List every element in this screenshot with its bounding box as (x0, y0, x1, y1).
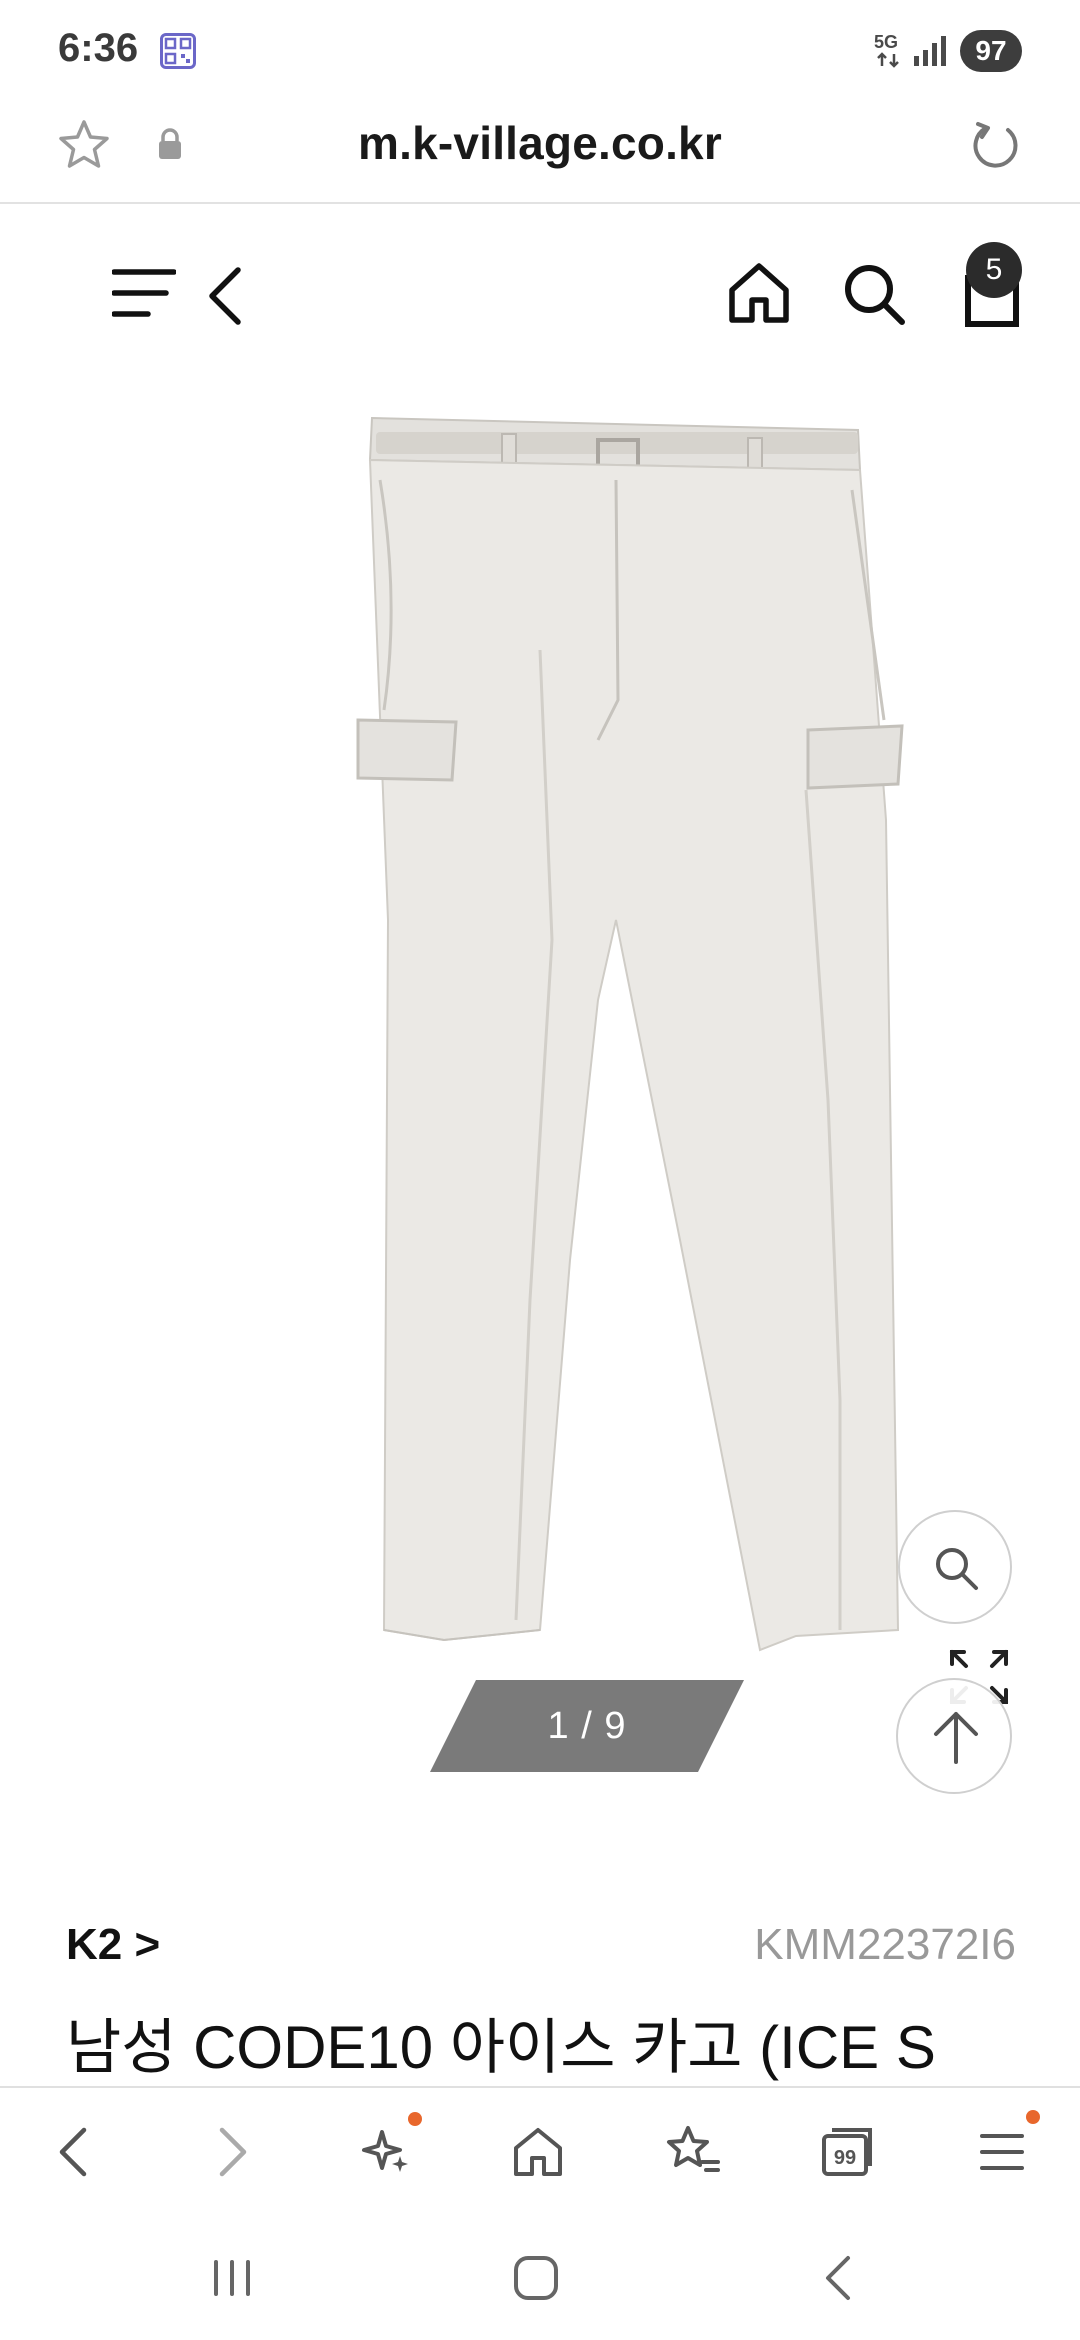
status-time: 6:36 (58, 26, 139, 70)
product-image[interactable] (280, 400, 920, 1660)
back-nav-icon[interactable] (810, 2248, 870, 2308)
menu-icon[interactable] (111, 266, 177, 320)
qr-code-icon (160, 33, 196, 69)
toolbar-bookmarks-icon[interactable] (662, 2122, 722, 2182)
zoom-icon (936, 1548, 978, 1590)
toolbar-forward-icon[interactable] (202, 2122, 262, 2182)
back-icon[interactable] (204, 266, 244, 326)
5g-indicator: 5G (872, 30, 906, 75)
pager-text: 1 / 9 (547, 1705, 627, 1747)
arrow-up-icon (934, 1712, 978, 1764)
android-nav-bar (0, 2216, 1080, 2340)
gallery-pager: 1 / 9 (430, 1680, 744, 1772)
svg-text:99: 99 (834, 2147, 856, 2169)
site-header: 5 (0, 206, 1080, 356)
menu-notification-dot (1026, 2110, 1040, 2124)
cart-count-badge: 5 (966, 242, 1022, 298)
home-nav-icon[interactable] (506, 2248, 566, 2308)
status-bar: 6:36 5G 97 (0, 0, 1080, 100)
brand-link[interactable]: K2 > (66, 1920, 160, 1970)
svg-text:5G: 5G (874, 32, 898, 52)
sparkle-notification-dot (408, 2112, 422, 2126)
cart-button[interactable]: 5 (958, 242, 1028, 332)
toolbar-home-icon[interactable] (508, 2122, 568, 2182)
url-text[interactable]: m.k-village.co.kr (0, 116, 1080, 170)
toolbar-sparkle-icon[interactable] (356, 2122, 416, 2182)
toolbar-tabs-icon[interactable]: 99 (818, 2122, 878, 2182)
signal-icon (912, 34, 948, 73)
toolbar-menu-icon[interactable] (972, 2122, 1032, 2182)
toolbar-back-icon[interactable] (44, 2122, 104, 2182)
browser-toolbar: 99 (0, 2086, 1080, 2216)
product-code: KMM22372I6 (754, 1920, 1016, 1969)
recent-apps-icon[interactable] (202, 2248, 262, 2308)
reload-icon[interactable] (968, 118, 1022, 172)
browser-url-bar[interactable]: m.k-village.co.kr (0, 100, 1080, 204)
home-icon[interactable] (726, 260, 792, 326)
product-title: 남성 CODE10 아이스 카고 (ICE S (66, 2014, 936, 2081)
zoom-button[interactable] (898, 1510, 1012, 1624)
scroll-top-button[interactable] (896, 1678, 1012, 1794)
battery-icon: 97 (960, 30, 1022, 72)
search-icon[interactable] (842, 262, 906, 326)
